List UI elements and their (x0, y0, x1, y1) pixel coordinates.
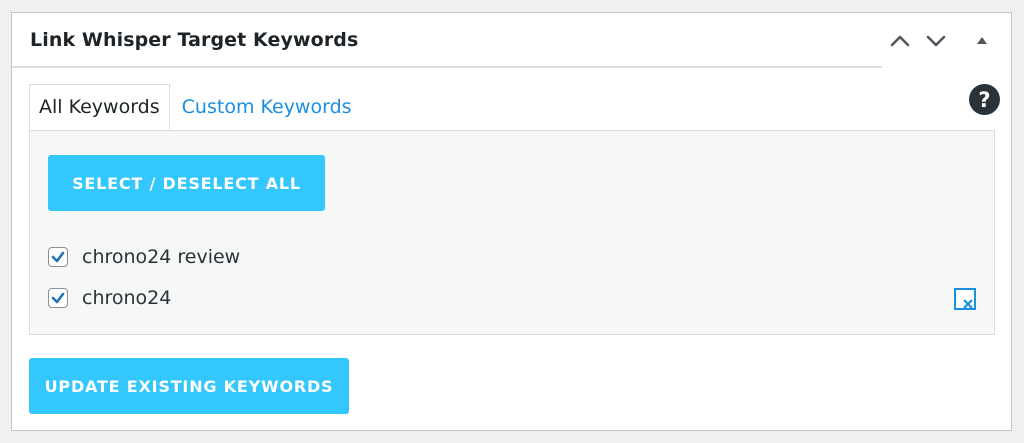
triangle-up-icon[interactable] (971, 30, 993, 52)
tab-all-keywords[interactable]: All Keywords (29, 84, 170, 130)
tab-custom-keywords[interactable]: Custom Keywords (170, 84, 361, 130)
metabox-title: Link Whisper Target Keywords (30, 29, 359, 51)
metabox-header: Link Whisper Target Keywords (12, 13, 882, 68)
remove-keyword-icon[interactable] (953, 287, 977, 311)
target-keywords-metabox: Link Whisper Target Keywords All Keyword… (11, 12, 1012, 431)
chevron-down-icon[interactable] (925, 30, 947, 52)
update-existing-keywords-button[interactable]: UPDATE EXISTING KEYWORDS (29, 358, 349, 414)
keyword-tabs: All Keywords Custom Keywords (29, 84, 361, 130)
metabox-controls (889, 30, 993, 52)
checkmark-icon (51, 292, 65, 304)
checkmark-icon (51, 251, 65, 263)
all-keywords-panel: SELECT / DESELECT ALL chrono24 review ch… (29, 130, 995, 335)
select-deselect-all-button[interactable]: SELECT / DESELECT ALL (48, 155, 325, 211)
keyword-label: chrono24 review (82, 246, 241, 268)
chevron-up-icon[interactable] (889, 30, 911, 52)
keyword-checkbox[interactable] (48, 288, 68, 308)
keyword-label: chrono24 (82, 287, 172, 309)
keyword-item: chrono24 (48, 284, 978, 312)
keyword-checkbox[interactable] (48, 247, 68, 267)
question-circle-icon[interactable]: ? (969, 84, 1000, 115)
keyword-list: chrono24 review chrono24 (48, 243, 978, 325)
keyword-item: chrono24 review (48, 243, 978, 271)
